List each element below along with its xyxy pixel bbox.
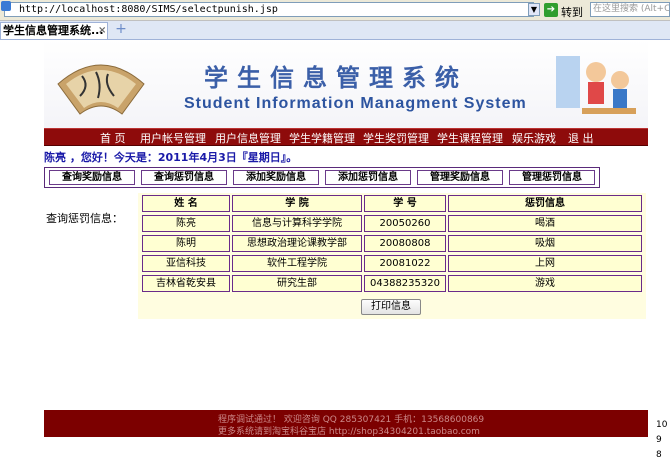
- greeting-text: 陈亮 ，您好！今天是：2011年4月3日『星期日』。: [44, 151, 298, 164]
- go-button[interactable]: ➔ 转到: [544, 2, 586, 19]
- system-title-zh: 学生信息管理系统: [204, 64, 468, 92]
- table-cell-id: 20080808: [364, 235, 446, 252]
- query-reward-button[interactable]: 查询奖励信息: [49, 170, 135, 185]
- side-number: 8: [656, 450, 662, 460]
- side-number: 10: [656, 420, 668, 430]
- nav-logout[interactable]: 退 出: [568, 130, 594, 146]
- url-dropdown-icon[interactable]: ▼: [528, 3, 540, 16]
- add-reward-button[interactable]: 添加奖励信息: [233, 170, 319, 185]
- table-header-name: 姓 名: [142, 195, 230, 212]
- table-header-id: 学 号: [364, 195, 446, 212]
- nav-account-management[interactable]: 用户帐号管理: [140, 130, 206, 146]
- nav-home[interactable]: 首 页: [100, 130, 126, 146]
- banner: 学生信息管理系统 Student Information Managment S…: [44, 40, 648, 128]
- table-cell-name: 亚信科技: [142, 255, 230, 272]
- go-label: 转到: [561, 6, 583, 19]
- table-cell-name: 吉林省乾安县: [142, 275, 230, 292]
- table-cell-name: 陈明: [142, 235, 230, 252]
- table-cell-college: 思想政治理论课教学部: [232, 235, 362, 252]
- new-tab-icon[interactable]: +: [114, 22, 128, 37]
- add-punish-button[interactable]: 添加惩罚信息: [325, 170, 411, 185]
- address-bar: http://localhost:8080/SIMS/selectpunish.…: [0, 0, 670, 21]
- footer: 程序调试通过！ 欢迎咨询 QQ 285307421 手机：13568600869…: [44, 410, 648, 437]
- table-cell-punish: 上网: [448, 255, 642, 272]
- table-cell-punish: 吸烟: [448, 235, 642, 252]
- nav-user-info-management[interactable]: 用户信息管理: [215, 130, 281, 146]
- fan-logo-icon: [57, 64, 145, 115]
- table-cell-punish: 喝酒: [448, 215, 642, 232]
- system-title-en: Student Information Managment System: [184, 95, 527, 112]
- nav-student-status-management[interactable]: 学生学籍管理: [289, 130, 355, 146]
- go-arrow-icon: ➔: [544, 3, 558, 17]
- nav-course-management[interactable]: 学生课程管理: [437, 130, 503, 146]
- table-header-punish: 惩罚信息: [448, 195, 642, 212]
- print-button[interactable]: 打印信息: [361, 299, 421, 315]
- table-cell-college: 信息与计算科学学院: [232, 215, 362, 232]
- function-bar: 查询奖励信息 查询惩罚信息 添加奖励信息 添加惩罚信息 管理奖励信息 管理惩罚信…: [44, 167, 600, 188]
- students-illustration-icon: [556, 56, 636, 114]
- nav-reward-punish-management[interactable]: 学生奖罚管理: [363, 130, 429, 146]
- main-nav: 首 页 用户帐号管理 用户信息管理 学生学籍管理 学生奖罚管理 学生课程管理 娱…: [44, 128, 648, 146]
- tab-current[interactable]: 学生信息管理系统... ×: [0, 22, 108, 39]
- side-number: 9: [656, 435, 662, 445]
- tab-bar: 学生信息管理系统... × +: [0, 21, 670, 40]
- url-input[interactable]: http://localhost:8080/SIMS/selectpunish.…: [4, 2, 534, 17]
- query-punish-button[interactable]: 查询惩罚信息: [141, 170, 227, 185]
- table-cell-punish: 游戏: [448, 275, 642, 292]
- manage-reward-button[interactable]: 管理奖励信息: [417, 170, 503, 185]
- search-input[interactable]: 在这里搜索 (Alt+C): [590, 2, 670, 17]
- table-cell-college: 软件工程学院: [232, 255, 362, 272]
- manage-punish-button[interactable]: 管理惩罚信息: [509, 170, 595, 185]
- table-cell-id: 04388235320: [364, 275, 446, 292]
- table-cell-id: 20081022: [364, 255, 446, 272]
- table-header-college: 学 院: [232, 195, 362, 212]
- table-cell-id: 20050260: [364, 215, 446, 232]
- table-cell-college: 研究生部: [232, 275, 362, 292]
- nav-games[interactable]: 娱乐游戏: [512, 130, 556, 146]
- page-icon: [1, 1, 11, 11]
- close-icon[interactable]: ×: [98, 23, 106, 39]
- tab-title: 学生信息管理系统...: [3, 24, 104, 37]
- footer-shop-link[interactable]: 更多系统请到淘宝科谷宝店 http://shop34304201.taobao.…: [218, 424, 480, 437]
- query-label: 查询惩罚信息：: [46, 212, 123, 225]
- table-cell-name: 陈亮: [142, 215, 230, 232]
